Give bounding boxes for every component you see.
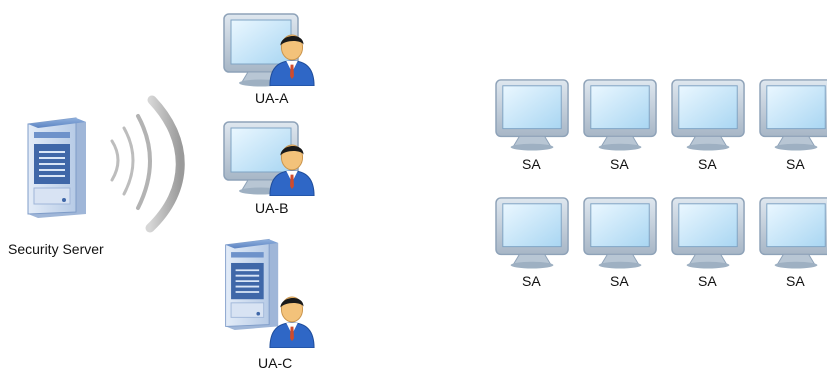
security-agent-label: SA [786,273,805,289]
user-agent-label: UA-A [255,90,289,106]
server-icon [27,117,87,219]
security-agent-label: SA [610,156,629,172]
network-diagram [27,13,827,348]
user-agent-c [224,238,315,348]
monitor-icon [671,197,745,270]
user-agent-b [223,121,315,196]
monitor-icon [495,197,569,270]
server-label: Security Server [8,241,104,257]
security-agent-label: SA [698,273,717,289]
monitor-icon [671,79,745,152]
monitor-icon [583,79,657,152]
server-icon [224,238,280,331]
security-agent-label: SA [610,273,629,289]
user-agent-a [223,13,315,88]
monitor-icon [759,197,827,270]
security-agent-label: SA [522,273,541,289]
security-agent-label: SA [522,156,541,172]
monitor-icon [583,197,657,270]
wireless-signal-icon [110,95,185,233]
security-agent-label: SA [786,156,805,172]
security-agent-label: SA [698,156,717,172]
monitor-icon [759,79,827,152]
monitor-icon [495,79,569,152]
security-agents-grid [495,79,827,270]
user-agent-label: UA-C [258,355,293,371]
security-server [27,117,87,219]
user-agent-label: UA-B [255,200,289,216]
